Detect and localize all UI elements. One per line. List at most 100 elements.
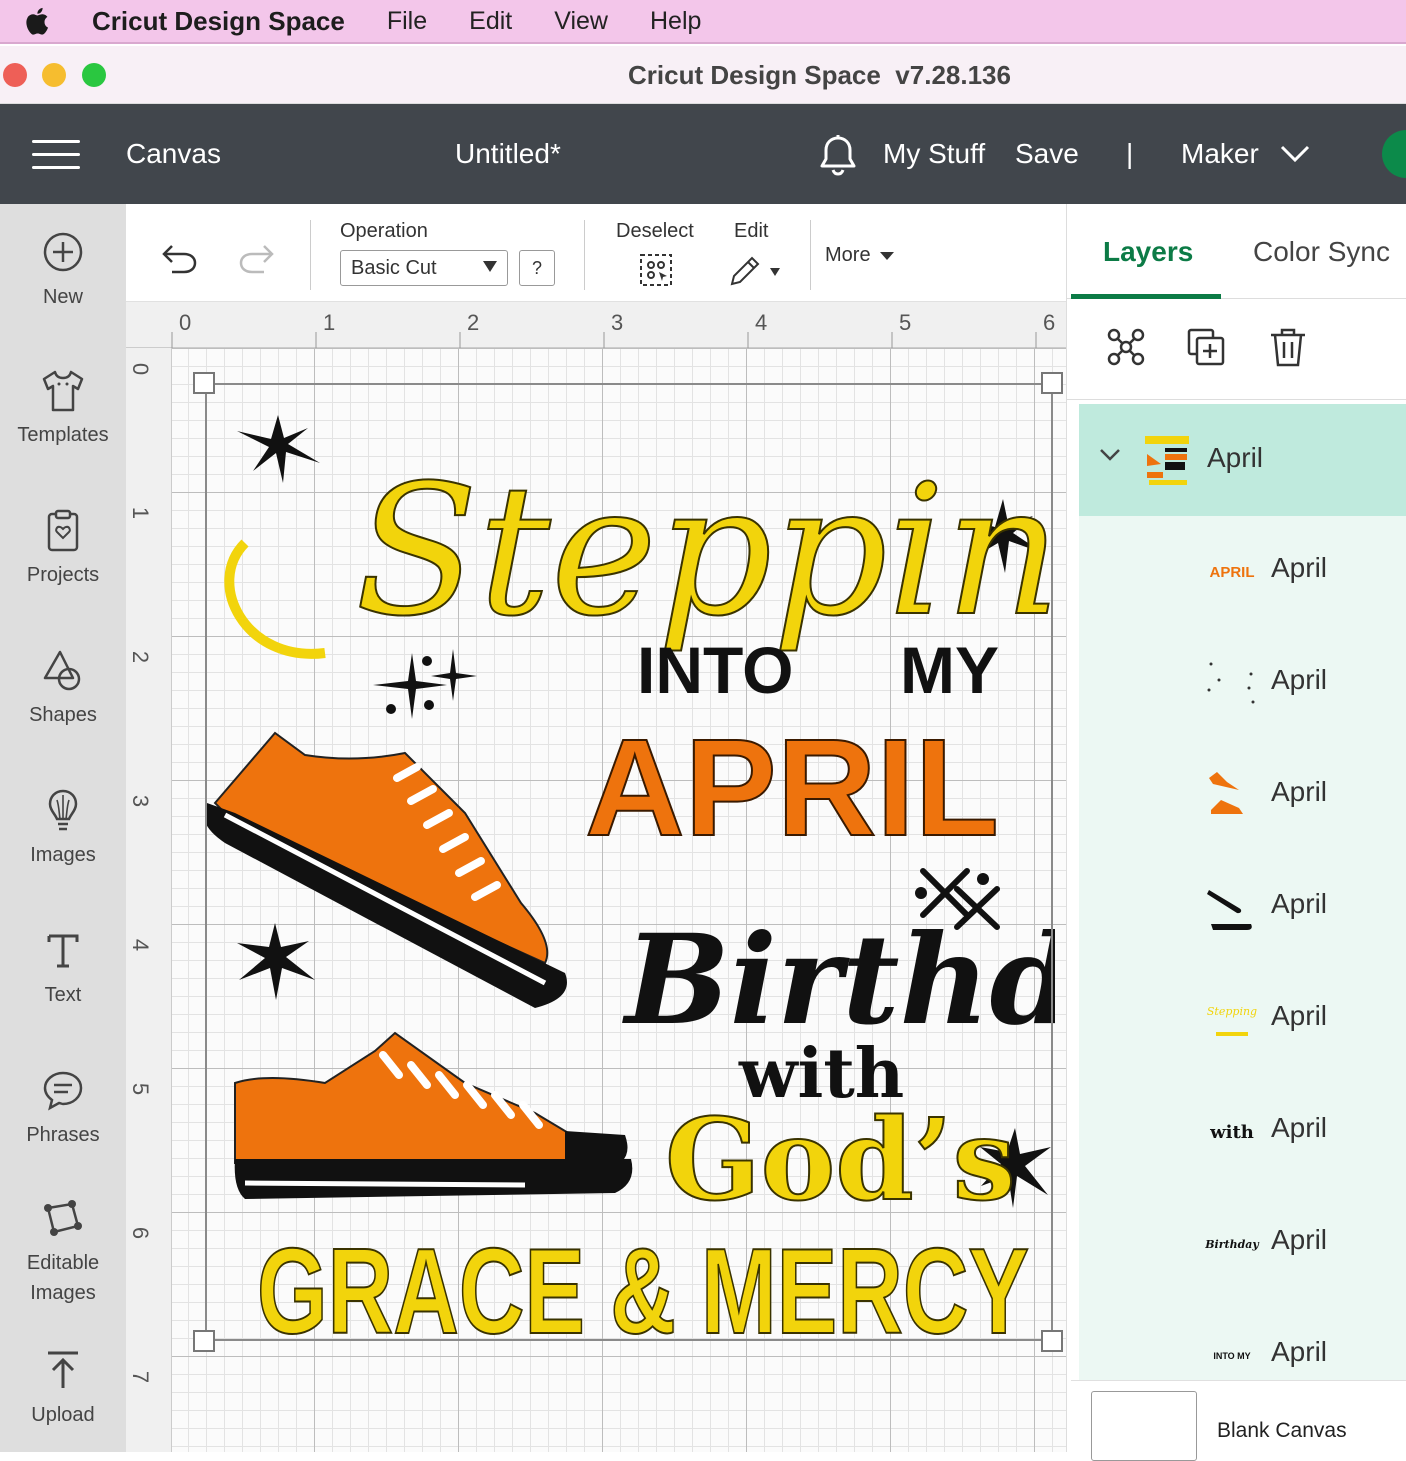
layer-thumb-text: Stepping [1206, 1004, 1258, 1018]
edit-toolbar: Operation Basic Cut ? Deselect Edit More [126, 204, 1066, 302]
layer-thumb-text: INTO MY [1213, 1351, 1251, 1361]
ruler-label-top: 2 [467, 310, 480, 335]
zoom-window-button[interactable] [82, 63, 106, 87]
menu-edit[interactable]: Edit [469, 7, 512, 36]
operation-value: Basic Cut [351, 257, 437, 279]
thumb-graphic [1216, 1031, 1248, 1036]
menu-file[interactable]: File [387, 7, 427, 36]
blank-canvas-swatch[interactable] [1091, 1391, 1197, 1461]
layers-panel: Layers Color Sync April APRIL April Apri… [1066, 204, 1406, 1461]
my-stuff-link[interactable]: My Stuff [883, 138, 985, 170]
chevron-down-icon[interactable] [1099, 448, 1121, 462]
sidebar-item-templates[interactable]: Templates [0, 368, 126, 450]
minimize-window-button[interactable] [42, 63, 66, 87]
duplicate-icon[interactable] [1185, 326, 1227, 368]
undo-icon[interactable] [160, 242, 200, 276]
resize-handle-bottom-left[interactable] [193, 1330, 215, 1352]
toolbar-divider [810, 220, 811, 290]
tab-color-sync[interactable]: Color Sync [1253, 236, 1390, 268]
sidebar-item-phrases[interactable]: Phrases [0, 1068, 126, 1150]
menu-help[interactable]: Help [650, 7, 701, 36]
sidebar-item-editable-images[interactable]: Editable Images [0, 1196, 126, 1308]
ruler-ticks [171, 332, 1037, 348]
layer-row[interactable]: April [1079, 740, 1406, 852]
sidebar-label: New [42, 286, 83, 308]
ruler-label-left: 5 [128, 1082, 154, 1096]
selection-bounding-box [205, 383, 1053, 1341]
plus-circle-icon [43, 232, 83, 272]
layer-thumb-text: with [1210, 1121, 1254, 1143]
sidebar-item-new[interactable]: New [0, 230, 126, 312]
edit-label: Edit [734, 220, 769, 242]
bell-icon[interactable] [818, 134, 858, 178]
layer-row[interactable]: April [1079, 852, 1406, 964]
layer-row[interactable]: APRIL April [1079, 516, 1406, 628]
ruler-label-left: 4 [128, 938, 154, 952]
close-window-button[interactable] [3, 63, 27, 87]
layer-row[interactable]: Stepping April [1079, 964, 1406, 1076]
layer-name: April [1271, 1224, 1328, 1255]
hamburger-menu-icon[interactable] [32, 140, 80, 170]
chevron-down-icon[interactable] [1280, 144, 1310, 164]
horizontal-ruler: 0 1 2 3 4 5 6 [126, 302, 1066, 348]
deselect-icon[interactable] [638, 252, 674, 288]
ruler-label-top: 6 [1043, 310, 1056, 335]
operation-label: Operation [340, 220, 428, 242]
toolbar-divider [310, 220, 311, 290]
machine-selector[interactable]: Maker [1181, 138, 1259, 170]
operation-help-button[interactable]: ? [519, 250, 555, 286]
layer-thumbnail: with [1205, 1106, 1259, 1158]
shapes-icon [43, 650, 81, 691]
active-tab-indicator [1071, 294, 1221, 299]
shirt-icon [42, 370, 84, 412]
layer-thumb-text: Birthday [1205, 1237, 1259, 1251]
redo-icon[interactable] [236, 242, 276, 276]
save-button[interactable]: Save [1015, 138, 1079, 170]
deselect-label: Deselect [616, 220, 694, 242]
layer-thumb-text: APRIL [1209, 563, 1255, 581]
layers-list: April APRIL April April April April Step… [1079, 404, 1406, 1380]
speech-bubble-icon [43, 1071, 83, 1111]
layer-row[interactable]: Birthday April [1079, 1188, 1406, 1300]
toolbar-divider [584, 220, 585, 290]
layer-row[interactable]: April [1079, 628, 1406, 740]
blank-canvas-row[interactable]: Blank Canvas [1071, 1380, 1406, 1461]
layer-row[interactable]: INTO MY April [1079, 1300, 1406, 1380]
resize-handle-bottom-right[interactable] [1041, 1330, 1063, 1352]
sidebar-item-shapes[interactable]: Shapes [0, 648, 126, 730]
layer-name: April [1271, 1000, 1328, 1031]
user-avatar[interactable] [1382, 130, 1406, 178]
sidebar-item-text[interactable]: Text [0, 928, 126, 1010]
group-name: April [1207, 442, 1264, 473]
resize-handle-top-right[interactable] [1041, 372, 1063, 394]
layer-thumbnail: Birthday [1205, 1218, 1259, 1270]
app-menu-name[interactable]: Cricut Design Space [92, 6, 345, 37]
group-icon[interactable] [1105, 326, 1147, 368]
operation-select[interactable]: Basic Cut [340, 250, 508, 286]
resize-handle-top-left[interactable] [193, 372, 215, 394]
more-menu[interactable]: More [825, 244, 895, 267]
sidebar-item-projects[interactable]: Projects [0, 508, 126, 590]
layer-group-row[interactable]: April [1079, 404, 1406, 516]
project-name[interactable]: Untitled* [455, 138, 561, 170]
layer-name: April [1271, 1112, 1328, 1143]
header-divider: | [1126, 138, 1134, 169]
ruler-label-top: 1 [323, 310, 336, 335]
clipboard-heart-icon [47, 509, 79, 552]
pencil-edit-icon[interactable] [728, 252, 784, 288]
layer-row[interactable]: with April [1079, 1076, 1406, 1188]
sidebar-item-upload[interactable]: Upload [0, 1348, 126, 1430]
upload-icon [48, 1351, 78, 1388]
menu-view[interactable]: View [554, 7, 608, 36]
trash-icon[interactable] [1267, 326, 1309, 368]
apple-icon[interactable] [24, 5, 52, 37]
layer-thumbnail: INTO MY [1205, 1330, 1259, 1380]
sidebar-label: Images [30, 844, 96, 866]
ruler-label-left: 1 [128, 506, 154, 520]
ruler-label-left: 6 [128, 1226, 154, 1240]
tab-layers[interactable]: Layers [1103, 236, 1193, 268]
left-sidebar: New Templates Projects Shapes Images Tex… [0, 204, 126, 1452]
sidebar-label: Editable Images [26, 1252, 105, 1304]
blank-canvas-label: Blank Canvas [1217, 1419, 1347, 1442]
sidebar-item-images[interactable]: Images [0, 788, 126, 870]
